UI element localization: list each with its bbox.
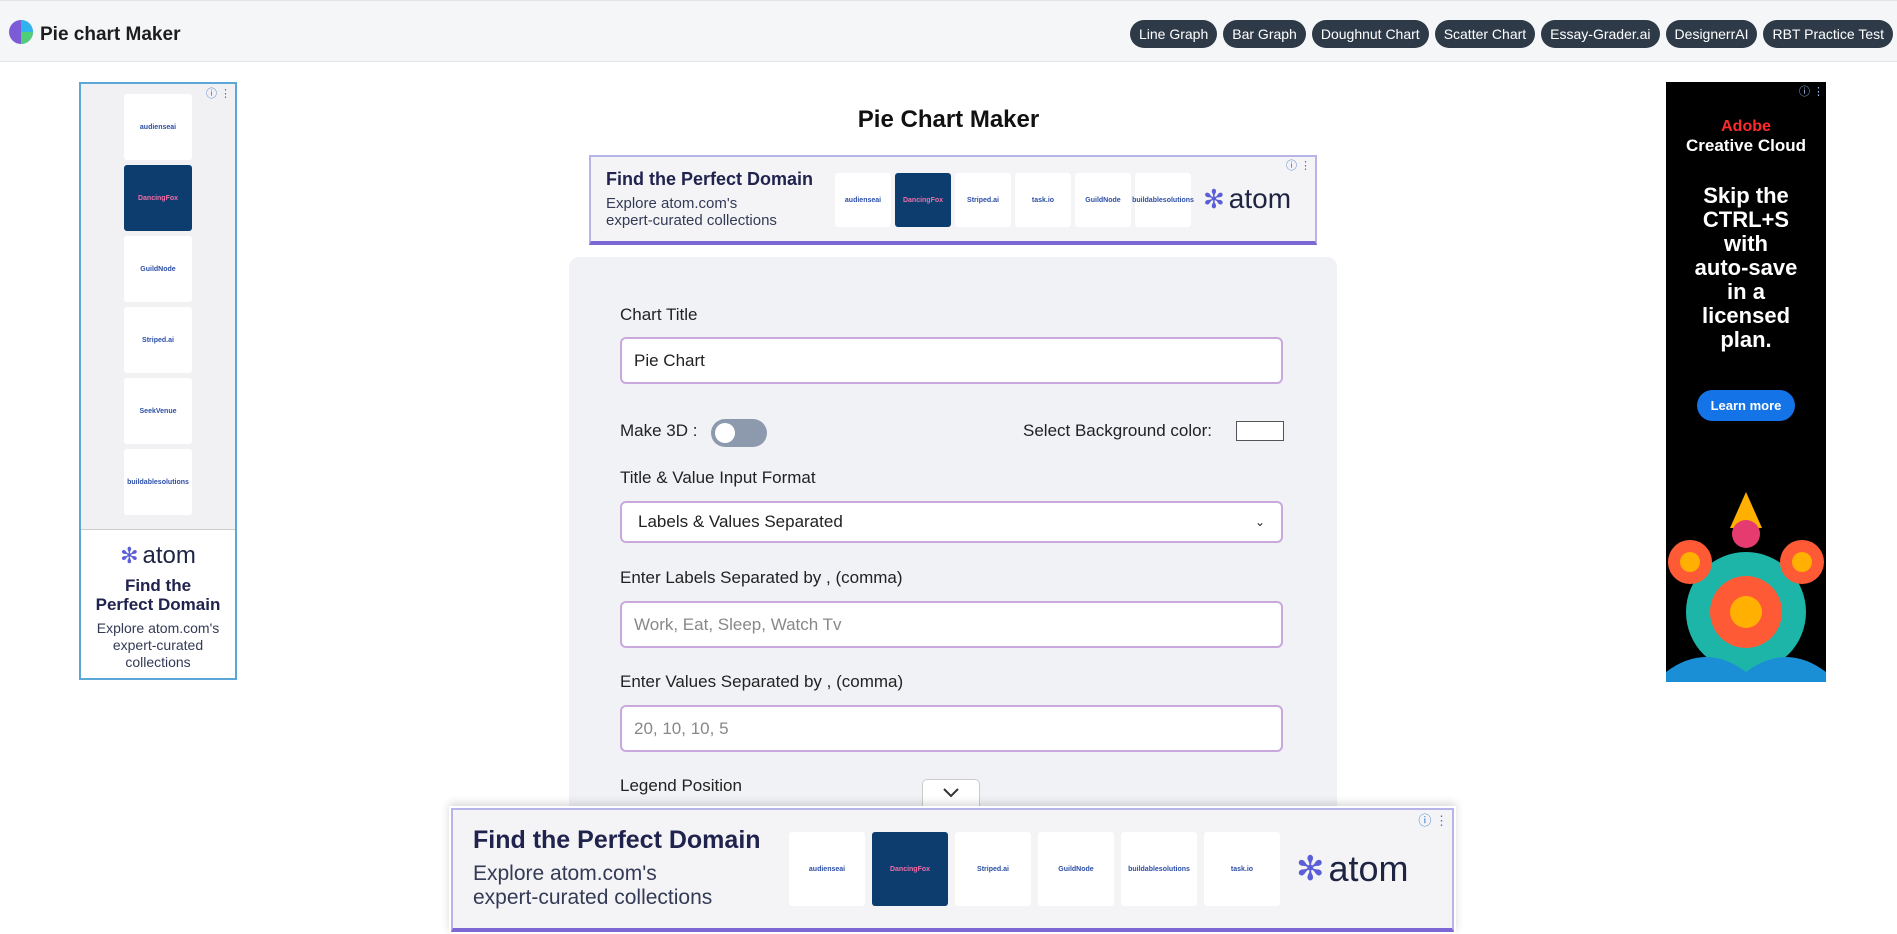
nav-links: Line Graph Bar Graph Doughnut Chart Scat… xyxy=(1129,20,1893,48)
ad-subtext: expert-curated collections xyxy=(473,886,713,909)
ad-tile: DancingFox xyxy=(124,165,192,231)
make-3d-toggle[interactable] xyxy=(711,419,767,447)
ad-tile: audienseai xyxy=(789,832,865,906)
nav-essay-grader[interactable]: Essay-Grader.ai xyxy=(1541,20,1660,48)
page-title: Pie Chart Maker xyxy=(857,106,1040,133)
ad-tiles: audienseai DancingFox Striped.ai GuildNo… xyxy=(789,832,1280,906)
top-navbar: Pie chart Maker Line Graph Bar Graph Dou… xyxy=(0,0,1897,62)
left-ad[interactable]: ⓘ ⋮ audienseai DancingFox GuildNode Stri… xyxy=(79,82,237,680)
ad-tile: Striped.ai xyxy=(955,832,1031,906)
nav-rbt-practice-test[interactable]: RBT Practice Test xyxy=(1763,20,1893,48)
ad-subtext: expert-curated xyxy=(112,637,204,653)
format-select[interactable]: Labels & Values Separated ⌄ xyxy=(620,501,1283,543)
right-ad[interactable]: ⓘ ⋮ Adobe Creative Cloud Skip the CTRL+S… xyxy=(1666,82,1826,682)
legend-position-label: Legend Position xyxy=(620,776,742,795)
learn-more-button[interactable]: Learn more xyxy=(1696,390,1796,421)
ad-info-icon[interactable]: ⓘ ⋮ xyxy=(206,85,231,101)
values-label: Enter Values Separated by , (comma) xyxy=(620,672,904,691)
brand-title: Pie chart Maker xyxy=(40,23,181,45)
ad-tiles: audienseai DancingFox GuildNode Striped.… xyxy=(124,94,192,520)
ad-subtext: expert-curated collections xyxy=(606,212,777,229)
chevron-down-icon: ⌄ xyxy=(1254,515,1265,529)
ad-subtext: Explore atom.com's xyxy=(473,862,657,885)
ad-tile: GuildNode xyxy=(1038,832,1114,906)
ad-subtext: collections xyxy=(125,654,191,670)
adobe-headline: Skip the CTRL+S with auto-save in a lice… xyxy=(1694,183,1798,352)
toggle-knob xyxy=(715,423,735,443)
ad-info-icon[interactable]: ⓘ ⋮ xyxy=(1799,83,1824,99)
format-selected-value: Labels & Values Separated xyxy=(638,512,843,531)
ad-tiles: audienseai DancingFox Striped.ai task.io… xyxy=(835,173,1194,227)
bg-color-picker[interactable] xyxy=(1236,421,1284,441)
atom-logo: ✻ atom xyxy=(1203,183,1291,215)
ad-tile: task.io xyxy=(1015,173,1071,227)
pie-logo-icon xyxy=(8,19,34,50)
bg-color-label: Select Background color: xyxy=(1023,421,1212,440)
nav-designerrai[interactable]: DesignerrAI xyxy=(1665,20,1758,48)
ad-headline: Find the xyxy=(124,576,192,595)
nav-doughnut-chart[interactable]: Doughnut Chart xyxy=(1311,20,1429,48)
bottom-banner[interactable]: ⓘ ⋮ Find the Perfect Domain Explore atom… xyxy=(451,808,1454,932)
folk-art-image xyxy=(1666,492,1826,682)
labels-label: Enter Labels Separated by , (comma) xyxy=(620,568,903,587)
ad-info-icon[interactable]: ⓘ ⋮ xyxy=(1418,810,1448,829)
atom-star-icon: ✻ xyxy=(1296,850,1325,888)
ad-headline: Find the Perfect Domain xyxy=(473,826,761,854)
ad-tile: buildablesolutions xyxy=(1121,832,1197,906)
make-3d-label: Make 3D : xyxy=(620,421,698,440)
labels-input[interactable]: Work, Eat, Sleep, Watch Tv xyxy=(620,601,1283,648)
ad-subtext: Explore atom.com's xyxy=(606,195,738,212)
values-input[interactable]: 20, 10, 10, 5 xyxy=(620,705,1283,752)
ad-tile: task.io xyxy=(1204,832,1280,906)
atom-logo: ✻ atom xyxy=(81,542,235,570)
ad-footer: ✻ atom Find the Perfect Domain Explore a… xyxy=(81,529,235,678)
bottom-sticky-ad[interactable]: ⓘ ⋮ Find the Perfect Domain Explore atom… xyxy=(449,806,1456,934)
ad-tile: buildablesolutions xyxy=(1132,173,1194,227)
ad-tile: buildablesolutions xyxy=(124,449,192,515)
ad-tile: Striped.ai xyxy=(955,173,1011,227)
ad-tile: Striped.ai xyxy=(124,307,192,373)
atom-star-icon: ✻ xyxy=(1203,183,1225,214)
atom-logo: ✻ atom xyxy=(1296,848,1409,890)
ad-tile: GuildNode xyxy=(124,236,192,302)
adobe-product: Creative Cloud xyxy=(1686,136,1806,155)
ad-tile: audienseai xyxy=(835,173,891,227)
nav-bar-graph[interactable]: Bar Graph xyxy=(1223,20,1306,48)
brand[interactable]: Pie chart Maker xyxy=(8,19,180,50)
ad-tile: SeekVenue xyxy=(124,378,192,444)
nav-line-graph[interactable]: Line Graph xyxy=(1129,20,1218,48)
ad-headline: Perfect Domain xyxy=(95,595,221,614)
atom-brand: atom xyxy=(142,542,196,569)
collapse-ad-button[interactable] xyxy=(922,779,980,806)
ad-info-icon[interactable]: ⓘ ⋮ xyxy=(1286,157,1311,173)
ad-tile: GuildNode xyxy=(1075,173,1131,227)
atom-brand: atom xyxy=(1328,848,1409,889)
chart-form: Chart Title Pie Chart Make 3D : Select B… xyxy=(569,257,1337,817)
nav-scatter-chart[interactable]: Scatter Chart xyxy=(1434,20,1536,48)
top-banner-ad[interactable]: ⓘ ⋮ Find the Perfect Domain Explore atom… xyxy=(589,155,1317,245)
chevron-down-icon xyxy=(943,788,959,798)
chart-title-input[interactable]: Pie Chart xyxy=(620,337,1283,384)
ad-tile: DancingFox xyxy=(895,173,951,227)
ad-tile: DancingFox xyxy=(872,832,948,906)
atom-brand: atom xyxy=(1228,183,1292,214)
ad-subtext: Explore atom.com's xyxy=(96,620,220,636)
ad-headline: Find the Perfect Domain xyxy=(606,169,814,189)
atom-star-icon: ✻ xyxy=(120,543,139,568)
chart-title-label: Chart Title xyxy=(620,305,698,324)
format-label: Title & Value Input Format xyxy=(620,468,816,487)
